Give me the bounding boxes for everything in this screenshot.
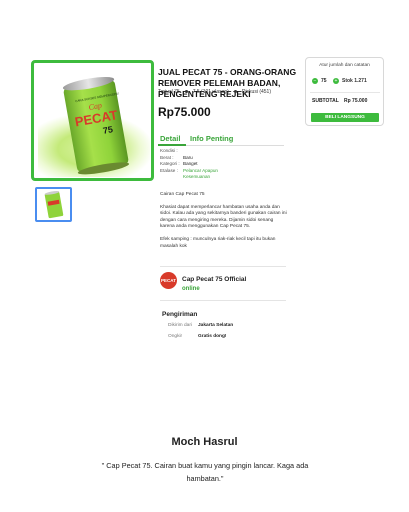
rating[interactable]: 7.5 (101 ulasan) (193, 89, 229, 95)
can-label-number: 75 (102, 124, 114, 136)
shop-name[interactable]: Cap Pecat 75 Official (182, 276, 246, 283)
spec-key (160, 174, 183, 181)
decrease-quantity-button[interactable]: − (312, 78, 318, 84)
product-stats: Terjual 75 7.5 (101 ulasan) Diskusi (451) (158, 89, 271, 95)
product-specs: Kondisi : Berat : Baru Kategori : Banget E… (160, 148, 218, 181)
stock-count: Stok 1.271 (342, 78, 367, 84)
product-title: JUAL PECAT 75 - ORANG-ORANG REMOVER PELE… (158, 67, 297, 99)
active-tab-indicator (158, 144, 186, 146)
product-price: Rp75.000 (158, 105, 211, 119)
spec-row: Kesemuanan (160, 174, 218, 181)
shop-status: online (182, 286, 200, 292)
description-paragraph: Efek samping : munculnya riak-riak kecil… (160, 236, 276, 249)
shipping-value: Gratis dong! (198, 334, 227, 339)
sold-count: Terjual 75 (158, 89, 180, 95)
shipping-title: Pengiriman (162, 311, 198, 318)
description-paragraph: Khasiat dapat memperlancar hambatan usah… (160, 204, 287, 230)
buy-now-button[interactable]: BELI LANGSUNG (311, 113, 379, 122)
buy-box: Atur jumlah dan catatan − 75 + Stok 1.27… (305, 57, 384, 126)
buy-box-header: Atur jumlah dan catatan (319, 63, 370, 68)
divider (310, 92, 380, 93)
divider (160, 266, 286, 267)
shop-logo[interactable]: PECAT (160, 272, 177, 289)
separator-dot (184, 89, 188, 93)
shipping-key: Ongkir (168, 334, 183, 339)
separator-dot (233, 89, 237, 93)
spec-value-link[interactable]: Kesemuanan (183, 174, 210, 181)
testimonial-quote: " Cap Pecat 75. Cairan buat kamu yang pi… (101, 461, 309, 483)
product-tabs: Detail Info Penting (158, 132, 284, 146)
subtotal-value: Rp 75.000 (344, 98, 368, 104)
product-thumbnail[interactable] (35, 187, 72, 222)
shipping-row: Dikirim dari Jakarta Selatan (168, 323, 233, 328)
product-description: Cairan Cap Pecat 75 Khasiat dapat memper… (160, 192, 288, 256)
quantity-input[interactable]: 75 (321, 78, 327, 84)
product-main-image[interactable]: Cap PECAT 75 CARA SUKSES MEMPERCEPAT (31, 60, 154, 181)
shipping-row: Ongkir Gratis dong! (168, 334, 227, 339)
testimonial-name: Moch Hasrul (171, 436, 238, 448)
description-paragraph: Cairan Cap Pecat 75 (160, 192, 205, 197)
subtotal-label: SUBTOTAL (312, 98, 339, 104)
tab-info-penting[interactable]: Info Penting (190, 134, 233, 143)
discussion-count[interactable]: Diskusi (451) (242, 89, 271, 95)
shipping-key: Dikirim dari (168, 323, 192, 328)
shipping-value: Jakarta Selatan (198, 323, 234, 328)
tab-detail[interactable]: Detail (160, 134, 180, 143)
thumbnail-can-image (44, 190, 64, 219)
increase-quantity-button[interactable]: + (333, 78, 339, 84)
divider (160, 300, 286, 301)
